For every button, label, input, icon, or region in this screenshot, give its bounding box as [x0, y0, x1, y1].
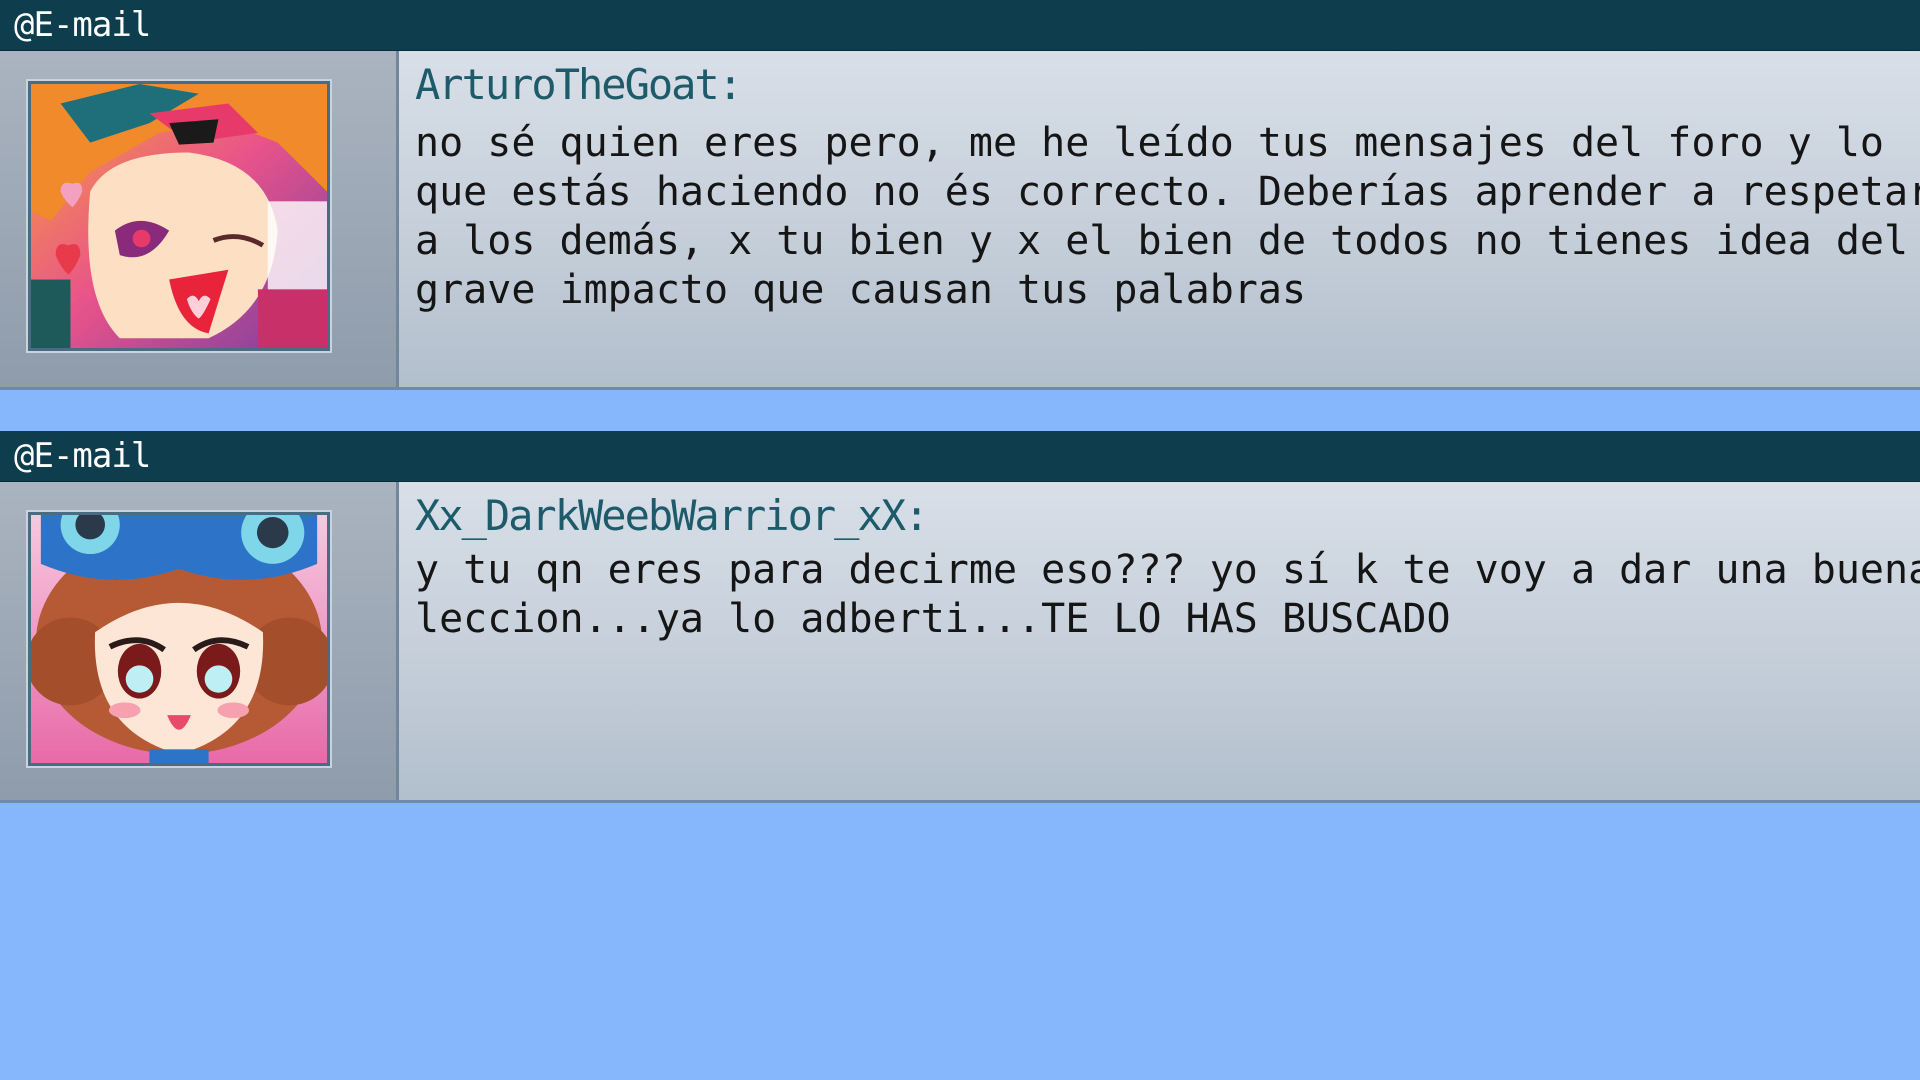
- message-text-panel: Xx_DarkWeebWarrior_xX: y tu qn eres para…: [399, 482, 1920, 800]
- message-body: Xx_DarkWeebWarrior_xX: y tu qn eres para…: [0, 482, 1920, 803]
- message-body: ArturoTheGoat: no sé quien eres pero, me…: [0, 51, 1920, 390]
- anime-girl-winking-avatar-icon: [31, 84, 327, 348]
- message-text-panel: ArturoTheGoat: no sé quien eres pero, me…: [399, 51, 1920, 387]
- message-line: que estás haciendo no és correcto. Deber…: [415, 169, 1920, 215]
- sender-avatar: [28, 512, 330, 766]
- message-line: grave impacto que causan tus palabras: [415, 267, 1307, 313]
- email-title: @E-mail: [14, 5, 151, 45]
- message-line: leccion...ya lo adberti...TE LO HAS BUSC…: [415, 596, 1451, 642]
- message-content: y tu qn eres para decirme eso??? yo sí k…: [415, 546, 1920, 644]
- sender-avatar: [28, 81, 330, 351]
- sender-name: ArturoTheGoat:: [415, 60, 743, 109]
- email-message-2: @E-mail Xx_DarkWeebWarrior_xX: y tu qn e…: [0, 431, 1920, 803]
- email-title-bar: @E-mail: [0, 0, 1920, 51]
- avatar-panel: [0, 482, 399, 800]
- anime-girl-blue-bow-avatar-icon: [31, 515, 327, 763]
- sender-name: Xx_DarkWeebWarrior_xX:: [415, 491, 929, 540]
- message-line: y tu qn eres para decirme eso??? yo sí k…: [415, 547, 1920, 593]
- message-line: a los demás, x tu bien y x el bien de to…: [415, 218, 1909, 264]
- email-title-bar: @E-mail: [0, 431, 1920, 482]
- message-line: no sé quien eres pero, me he leído tus m…: [415, 120, 1885, 166]
- avatar-panel: [0, 51, 399, 387]
- message-content: no sé quien eres pero, me he leído tus m…: [415, 119, 1920, 315]
- email-message-1: @E-mail ArturoTheGoat: no sé quien eres …: [0, 0, 1920, 390]
- email-title: @E-mail: [14, 436, 151, 476]
